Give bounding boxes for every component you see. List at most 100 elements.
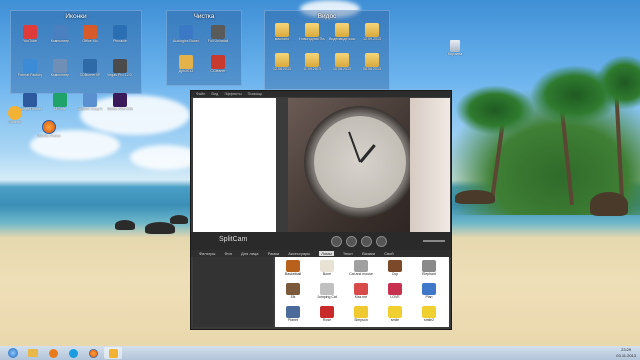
desktop-icon[interactable]: CCleaner	[205, 55, 231, 83]
desktop-icon[interactable]: Format Factory	[17, 59, 43, 87]
system-clock[interactable]: 23:29 03.11.2013	[616, 347, 636, 359]
effect-thumbnail	[286, 260, 300, 272]
effect-thumbnail	[388, 283, 402, 295]
gallery-item[interactable]: Jumping Cat	[313, 283, 341, 305]
desktop-icon[interactable]: Full Uninstall	[205, 25, 231, 53]
gallery-item-label: smile2	[423, 318, 435, 322]
effect-thumbnail	[286, 283, 300, 295]
desktop-icon-label: Видеовиде кошачье	[329, 37, 355, 41]
rock	[115, 220, 135, 230]
gallery-item-label: Bone	[322, 272, 332, 276]
pause-button[interactable]	[346, 236, 357, 247]
desktop-icon[interactable]: Дрh2013	[173, 55, 199, 83]
desktop-icon[interactable]: CDBurnerXP	[77, 59, 103, 87]
tab-vases[interactable]: Вазики	[362, 251, 375, 256]
volume-slider[interactable]	[423, 240, 445, 242]
desktop-icon[interactable]: Auslogics BoostSpeed	[173, 25, 199, 53]
rock	[455, 190, 495, 204]
gallery-item-label: Cat and mouse	[349, 272, 373, 276]
gallery-item[interactable]: smile2	[415, 306, 443, 328]
effect-tabs: Фильтры Фон Для лица Рамки Аксессуары Ло…	[191, 250, 451, 257]
desktop-icon-label: CCleaner	[210, 69, 226, 73]
gallery-item[interactable]: Elk	[279, 283, 307, 305]
taskbar-explorer[interactable]	[24, 347, 42, 359]
app-icon	[83, 25, 97, 39]
rock	[170, 215, 188, 224]
gallery-item[interactable]: Rose	[313, 306, 341, 328]
next-button[interactable]	[361, 236, 372, 247]
tab-misc[interactable]: Ломы	[319, 251, 334, 256]
desktop-icon[interactable]: Компьютер	[47, 25, 73, 53]
recycle-bin[interactable]: Корзина	[446, 40, 464, 68]
desktop-icon[interactable]: M-Sofe	[47, 93, 73, 121]
gallery-item-label: LOVE	[390, 295, 400, 299]
effect-thumbnail	[388, 306, 402, 318]
group-title: Видос	[317, 13, 337, 20]
start-button[interactable]	[4, 347, 22, 359]
gallery-item[interactable]: Cat and mouse	[347, 260, 375, 282]
desktop-icon[interactable]: Компьютер	[47, 59, 73, 87]
menu-file[interactable]: Файл	[196, 92, 205, 96]
gallery-item-label: Elk	[290, 295, 296, 299]
tab-filters[interactable]: Фильтры	[199, 251, 215, 256]
desktop-icon[interactable]: 10.08.2013	[329, 53, 355, 81]
desktop-icon-shazam[interactable]: Shazam	[2, 106, 28, 134]
rock	[590, 192, 628, 216]
tab-face[interactable]: Для лица	[241, 251, 258, 256]
tab-accessories[interactable]: Аксессуары	[288, 251, 310, 256]
desktop-icon[interactable]: Adobe After Effects CS6	[107, 93, 133, 121]
desktop-icon-label: YouTube	[22, 39, 38, 43]
menu-effects[interactable]: Эффекты	[224, 92, 241, 96]
gallery-item[interactable]: LOVE	[381, 283, 409, 305]
desktop-icon[interactable]: Новогодняя Плавдня	[299, 23, 325, 51]
desktop-icon[interactable]: Видеовиде кошачье	[329, 23, 355, 51]
desktop-icon-label: Компьютер	[50, 39, 70, 43]
gallery-item[interactable]: Simpson	[347, 306, 375, 328]
desktop-icon[interactable]: 12.09.2013	[359, 23, 385, 51]
gallery-item[interactable]: Cup	[381, 260, 409, 282]
effect-thumbnail	[422, 306, 436, 318]
taskbar-player[interactable]	[44, 347, 62, 359]
desktop-icon-label: Auslogics BoostSpeed	[173, 39, 199, 43]
desktop-icon[interactable]: масляно	[269, 23, 295, 51]
desktop-icon[interactable]: 12.08.2013	[269, 53, 295, 81]
desktop-icon-firefox[interactable]: Mozilla Firefox	[36, 120, 62, 148]
gallery-item[interactable]: Bone	[313, 260, 341, 282]
tab-frames[interactable]: Рамки	[268, 251, 280, 256]
app-icon	[113, 25, 127, 39]
desktop-icon[interactable]: Anvsoft Snap 6	[77, 93, 103, 121]
gallery-item-label: Elephant	[422, 272, 436, 276]
taskbar-skype[interactable]	[64, 347, 82, 359]
desktop-icon[interactable]: Vegas Pro 12.0 (64-bit)	[107, 59, 133, 87]
app-icon	[53, 59, 67, 73]
trash-icon	[450, 40, 460, 52]
taskbar-splitcam[interactable]	[104, 347, 122, 359]
gallery-item[interactable]: Planet	[279, 306, 307, 328]
group-title: Чистка	[193, 13, 215, 20]
desktop-icon[interactable]: Office Mo	[77, 25, 103, 53]
tab-custom[interactable]: Свой	[384, 251, 393, 256]
desktop-icon[interactable]: Pinnacle	[107, 25, 133, 53]
tab-background[interactable]: Фон	[224, 251, 231, 256]
taskbar-firefox[interactable]	[84, 347, 102, 359]
previous-button[interactable]	[331, 236, 342, 247]
gallery-item[interactable]: Elephant	[415, 260, 443, 282]
gallery-item-label: Plan	[425, 295, 433, 299]
desktop-icon[interactable]: YouTube	[17, 25, 43, 53]
webcam-video	[288, 98, 450, 232]
app-icon	[83, 93, 97, 107]
app-icon	[83, 59, 97, 73]
gallery-item[interactable]: smile	[381, 306, 409, 328]
record-button[interactable]	[376, 236, 387, 247]
gallery-item[interactable]: Kiss me	[347, 283, 375, 305]
app-icon	[23, 59, 37, 73]
firefox-icon	[42, 120, 56, 134]
menu-help[interactable]: Помощь	[248, 92, 263, 96]
menu-bar: Файл Вид Эффекты Помощь	[191, 91, 451, 97]
gallery-item[interactable]: Plan	[415, 283, 443, 305]
menu-view[interactable]: Вид	[211, 92, 218, 96]
desktop-icon[interactable]: 08.08.2013	[359, 53, 385, 81]
tab-text[interactable]: Текст	[343, 251, 353, 256]
gallery-item[interactable]: Basketball	[279, 260, 307, 282]
desktop-icon[interactable]: 11.09.2013	[299, 53, 325, 81]
